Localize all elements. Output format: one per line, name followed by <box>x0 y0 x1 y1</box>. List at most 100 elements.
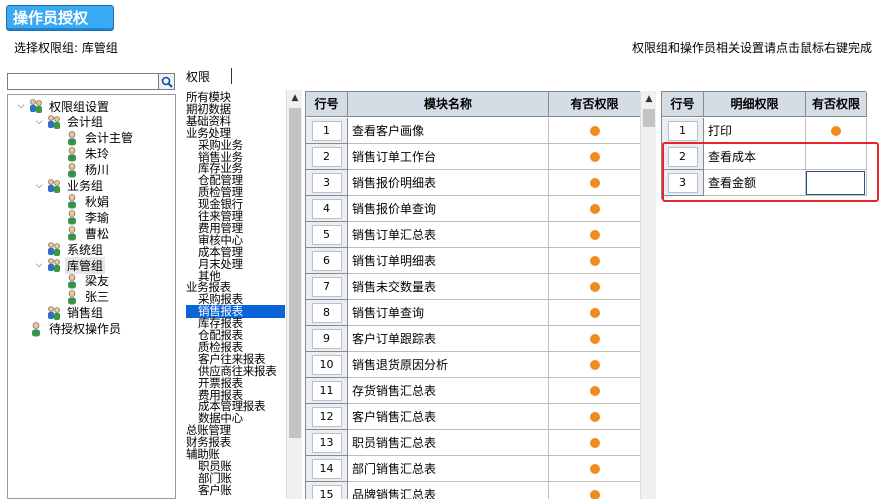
table-row[interactable]: 10 销售退货原因分析 <box>306 352 641 378</box>
permission-toggle-cell[interactable] <box>549 248 641 274</box>
permission-toggle-cell[interactable] <box>549 352 641 378</box>
tree-node[interactable]: 杨川 <box>52 162 111 178</box>
permission-group-tree[interactable]: ⌵ 权限组设置 ⌵ 会计组 会计主管 朱玲 杨川 ⌵ 业务组 秋娟 李瑜 曹松 系统组 ⌵ 库管组 梁友 张三销… <box>7 94 176 499</box>
scroll-up-icon[interactable]: ▲ <box>641 91 657 107</box>
table-row[interactable]: 5 销售订单汇总表 <box>306 222 641 248</box>
permission-toggle-cell[interactable] <box>549 118 641 144</box>
granted-dot-icon <box>589 281 600 292</box>
tree-node[interactable]: 会计主管 <box>52 130 135 146</box>
permission-toggle-cell[interactable] <box>549 404 641 430</box>
permission-name-cell: 部门销售汇总表 <box>348 456 549 482</box>
table-row[interactable]: 4 销售报价单查询 <box>306 196 641 222</box>
row-number: 7 <box>306 274 348 300</box>
users-group-icon <box>46 241 62 257</box>
row-number: 11 <box>306 378 348 404</box>
expand-chevron-icon[interactable]: ⌵ <box>34 117 44 127</box>
table-row[interactable]: 1 打印 <box>662 118 867 144</box>
permission-toggle-cell[interactable] <box>549 144 641 170</box>
table-row[interactable]: 3 销售报价明细表 <box>306 170 641 196</box>
scroll-thumb[interactable] <box>643 109 655 127</box>
table-row[interactable]: 2 销售订单工作台 <box>306 144 641 170</box>
row-number: 1 <box>662 118 704 144</box>
permission-toggle-cell[interactable] <box>549 482 641 499</box>
permission-name-cell: 客户销售汇总表 <box>348 404 549 430</box>
tree-node[interactable]: ⌵ 会计组 <box>34 114 105 130</box>
permission-toggle-cell[interactable] <box>549 222 641 248</box>
tree-node[interactable]: 梁友 <box>52 273 111 289</box>
table-row[interactable]: 1 查看客户画像 <box>306 118 641 144</box>
permission-toggle-cell[interactable] <box>549 456 641 482</box>
module-grid-scrollbar[interactable]: ▲ <box>640 91 656 499</box>
tree-search-input[interactable] <box>7 73 159 90</box>
permission-toggle-cell[interactable] <box>549 326 641 352</box>
scroll-thumb[interactable] <box>289 108 301 438</box>
module-list[interactable]: ▲ 所有模块 期初数据 基础资料 业务处理 采购业务 销售业务 库存业务 仓配管理 质检管理 现金… <box>184 90 302 499</box>
permission-name-cell: 销售订单明细表 <box>348 248 549 274</box>
tree-node[interactable]: 销售组 <box>34 305 105 321</box>
tree-node[interactable]: 秋娟 <box>52 193 111 209</box>
granted-dot-icon <box>589 359 600 370</box>
tree-node[interactable]: 系统组 <box>34 241 105 257</box>
table-row[interactable]: 14 部门销售汇总表 <box>306 456 641 482</box>
row-number-label: 5 <box>311 224 342 245</box>
granted-dot-icon <box>589 255 600 266</box>
expand-chevron-icon[interactable]: ⌵ <box>16 101 26 111</box>
table-row[interactable]: 7 销售未交数量表 <box>306 274 641 300</box>
users-group-icon <box>46 178 62 194</box>
tree-node-label: 李瑜 <box>85 210 110 225</box>
tree-node-label: 会计主管 <box>85 131 134 146</box>
table-row[interactable]: 11 存货销售汇总表 <box>306 378 641 404</box>
permission-toggle-cell[interactable] <box>806 118 867 144</box>
permission-toggle-cell[interactable] <box>549 430 641 456</box>
row-number-label: 15 <box>311 484 342 499</box>
permission-toggle-cell[interactable] <box>549 378 641 404</box>
tab-rights[interactable]: 权限 <box>186 68 210 85</box>
permission-name-cell: 打印 <box>704 118 806 144</box>
table-row[interactable]: 12 客户销售汇总表 <box>306 404 641 430</box>
row-number-label: 2 <box>311 146 342 167</box>
user-icon <box>64 146 80 162</box>
table-row[interactable]: 8 销售订单查询 <box>306 300 641 326</box>
focused-permission-cell[interactable] <box>806 171 865 195</box>
permission-name-cell: 客户订单跟踪表 <box>348 326 549 352</box>
module-list-item[interactable]: 客户账 <box>198 484 232 497</box>
permission-name-cell: 销售报价明细表 <box>348 170 549 196</box>
tree-node[interactable]: ⌵ 权限组设置 <box>16 98 111 114</box>
search-button[interactable] <box>158 73 175 90</box>
expand-chevron-icon[interactable]: ⌵ <box>34 260 44 270</box>
user-icon <box>64 273 80 289</box>
row-number-label: 11 <box>311 380 342 401</box>
permission-toggle-cell[interactable] <box>549 300 641 326</box>
selected-group-label: 选择权限组: 库管组 <box>14 41 118 55</box>
tree-node-label: 权限组设置 <box>49 99 110 114</box>
row-number-label: 13 <box>311 432 342 453</box>
permission-toggle-cell[interactable] <box>549 274 641 300</box>
table-row[interactable]: 6 销售订单明细表 <box>306 248 641 274</box>
tree-node[interactable]: 待授权操作员 <box>16 321 123 337</box>
permission-toggle-cell[interactable] <box>549 196 641 222</box>
table-row[interactable]: 13 职员销售汇总表 <box>306 430 641 456</box>
tree-node[interactable]: ⌵ 库管组 <box>34 256 106 274</box>
permission-toggle-cell[interactable] <box>549 170 641 196</box>
tree-node[interactable]: 张三 <box>52 289 111 305</box>
permission-name-cell: 销售订单查询 <box>348 300 549 326</box>
scroll-up-icon[interactable]: ▲ <box>287 90 302 106</box>
user-icon <box>64 193 80 209</box>
tree-node-label: 销售组 <box>67 306 104 321</box>
row-number-label: 7 <box>311 276 342 297</box>
table-row[interactable]: 15 品牌销售汇总表 <box>306 482 641 499</box>
tree-node-label: 系统组 <box>67 242 104 257</box>
table-row[interactable]: 9 客户订单跟踪表 <box>306 326 641 352</box>
tree-node[interactable]: ⌵ 业务组 <box>34 178 105 194</box>
search-icon <box>161 76 173 88</box>
row-number: 6 <box>306 248 348 274</box>
tree-node[interactable]: 朱玲 <box>52 146 111 162</box>
expand-chevron-icon[interactable]: ⌵ <box>34 181 44 191</box>
tree-node[interactable]: 曹松 <box>52 225 111 241</box>
granted-dot-icon <box>831 125 841 136</box>
tree-node[interactable]: 李瑜 <box>52 209 111 225</box>
module-list-scrollbar[interactable]: ▲ <box>286 90 302 499</box>
